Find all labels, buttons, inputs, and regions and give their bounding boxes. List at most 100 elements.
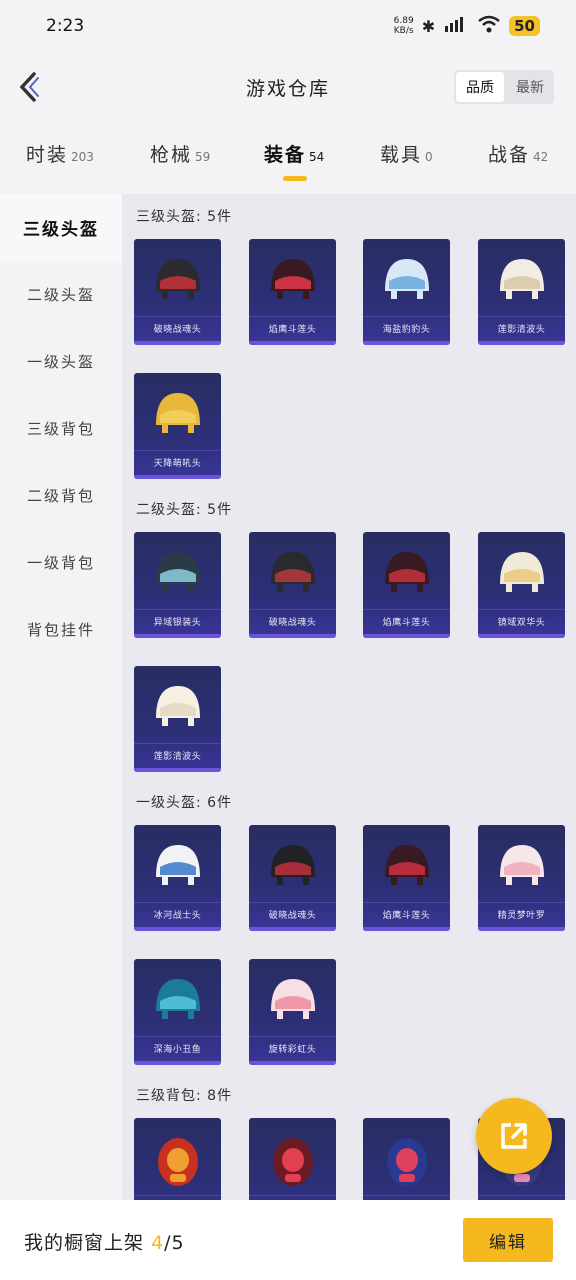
card-divider bbox=[249, 1036, 336, 1037]
item-name: 深海小丑鱼 bbox=[153, 1045, 202, 1055]
item-grid: 三级头盔: 5件 破晓战魂头 焰鹰斗莲头 海盐豹豹头 莲影清波头 天降萌吼头 二级头盔: 5… bbox=[122, 194, 576, 1200]
item-name: 海盐豹豹头 bbox=[382, 325, 431, 335]
helmet-icon bbox=[156, 979, 200, 1019]
backpack-icon bbox=[158, 1138, 198, 1186]
card-divider bbox=[363, 902, 450, 903]
sort-toggle: 品质 最新 bbox=[454, 70, 554, 104]
showcase-count: 我的橱窗上架 4/5 bbox=[24, 1232, 185, 1254]
warehouse-page: 2:23 6.89 KB/s ✱ 50 游戏仓库 品质 最新 时装 203 枪械… bbox=[0, 0, 576, 1280]
tab-fashion[interactable]: 时装 203 bbox=[26, 140, 94, 167]
item-card[interactable]: 莲影清波头 bbox=[478, 239, 565, 345]
card-divider bbox=[478, 902, 565, 903]
status-bar: 2:23 6.89 KB/s ✱ 50 bbox=[0, 0, 576, 52]
item-name: 精灵梦叶罗 bbox=[497, 911, 546, 921]
item-card[interactable]: 焰鹰斗莲头 bbox=[363, 532, 450, 638]
backpack-icon bbox=[273, 1138, 313, 1186]
tab-guns[interactable]: 枪械 59 bbox=[150, 140, 210, 167]
sort-by-newest-button[interactable]: 最新 bbox=[506, 70, 554, 104]
backpack-icon bbox=[387, 1138, 427, 1186]
helmet-icon bbox=[500, 552, 544, 592]
item-name: 镜域双华头 bbox=[497, 618, 546, 628]
helmet-icon bbox=[271, 979, 315, 1019]
helmet-icon bbox=[271, 259, 315, 299]
sidebar-item-helmet-lv2[interactable]: 二级头盔 bbox=[0, 261, 122, 328]
status-time: 2:23 bbox=[46, 16, 85, 36]
helmet-icon bbox=[156, 393, 200, 433]
item-card[interactable]: 焰鹰斗莲头 bbox=[249, 239, 336, 345]
card-divider bbox=[134, 609, 221, 610]
card-divider bbox=[134, 450, 221, 451]
card-divider bbox=[249, 902, 336, 903]
item-card[interactable]: 深海小丑鱼 bbox=[134, 959, 221, 1065]
card-divider bbox=[363, 316, 450, 317]
item-card[interactable]: 破晓战魂头 bbox=[249, 532, 336, 638]
battery-indicator: 50 bbox=[509, 16, 540, 36]
item-card[interactable]: 莲影清波头 bbox=[134, 666, 221, 772]
item-name: 焰鹰斗莲头 bbox=[268, 325, 317, 335]
helmet-icon bbox=[385, 845, 429, 885]
card-divider bbox=[134, 1036, 221, 1037]
category-tabs: 时装 203 枪械 59 装备 54 载具 0 战备 42 bbox=[0, 140, 576, 186]
card-divider bbox=[134, 316, 221, 317]
card-divider bbox=[363, 609, 450, 610]
item-name: 破晓战魂头 bbox=[268, 618, 317, 628]
item-name: 焰鹰斗莲头 bbox=[382, 911, 431, 921]
item-card[interactable]: 焰鹰斗莲背 bbox=[249, 1118, 336, 1200]
item-card[interactable]: 焰鹰斗莲头 bbox=[363, 825, 450, 931]
item-card[interactable]: 镜域双华头 bbox=[478, 532, 565, 638]
item-name: 莲影清波头 bbox=[153, 752, 202, 762]
helmet-icon bbox=[385, 259, 429, 299]
item-name: 旋转彩虹头 bbox=[268, 1045, 317, 1055]
share-button[interactable] bbox=[476, 1098, 552, 1174]
item-card[interactable]: 天降萌吼头 bbox=[134, 373, 221, 479]
helmet-icon bbox=[156, 552, 200, 592]
sidebar-item-helmet-lv1[interactable]: 一级头盔 bbox=[0, 328, 122, 395]
item-name: 破晓战魂头 bbox=[153, 325, 202, 335]
card-divider bbox=[249, 609, 336, 610]
helmet-icon bbox=[156, 845, 200, 885]
card-divider bbox=[249, 1195, 336, 1196]
item-card[interactable]: 齐天大圣背 bbox=[134, 1118, 221, 1200]
item-card[interactable]: 海盐豹豹头 bbox=[363, 239, 450, 345]
sidebar-item-backpack-lv1[interactable]: 一级背包 bbox=[0, 529, 122, 596]
sidebar-item-backpack-lv3[interactable]: 三级背包 bbox=[0, 395, 122, 462]
tab-vehicles[interactable]: 载具 0 bbox=[380, 140, 433, 167]
tab-equipment[interactable]: 装备 54 bbox=[264, 140, 324, 167]
share-icon bbox=[501, 1123, 527, 1149]
card-divider bbox=[134, 743, 221, 744]
signal-icon bbox=[443, 16, 469, 36]
item-card[interactable]: 破晓战魂头 bbox=[134, 239, 221, 345]
item-card[interactable]: 星之彼岸背 bbox=[363, 1118, 450, 1200]
item-name: 冰河战士头 bbox=[153, 911, 202, 921]
item-card[interactable]: 旋转彩虹头 bbox=[249, 959, 336, 1065]
item-name: 焰鹰斗莲头 bbox=[382, 618, 431, 628]
active-tab-indicator bbox=[283, 176, 307, 181]
item-card[interactable]: 破晓战魂头 bbox=[249, 825, 336, 931]
sidebar-item-backpack-lv2[interactable]: 二级背包 bbox=[0, 462, 122, 529]
system-icons: 6.89 KB/s ✱ 50 bbox=[394, 15, 540, 37]
sidebar-item-helmet-lv3[interactable]: 三级头盔 bbox=[0, 194, 122, 261]
item-name: 异域银装头 bbox=[153, 618, 202, 628]
item-name: 破晓战魂头 bbox=[268, 911, 317, 921]
card-divider bbox=[249, 316, 336, 317]
sort-by-quality-button[interactable]: 品质 bbox=[456, 72, 504, 102]
item-card[interactable]: 冰河战士头 bbox=[134, 825, 221, 931]
card-divider bbox=[134, 902, 221, 903]
item-card[interactable]: 异域银装头 bbox=[134, 532, 221, 638]
card-divider bbox=[478, 609, 565, 610]
edit-button[interactable]: 编辑 bbox=[463, 1218, 553, 1262]
equipment-sidebar: 三级头盔 二级头盔 一级头盔 三级背包 二级背包 一级背包 背包挂件 bbox=[0, 194, 122, 1200]
section-title: 三级头盔: 5件 bbox=[136, 209, 233, 225]
section-title: 二级头盔: 5件 bbox=[136, 502, 233, 518]
section-title: 一级头盔: 6件 bbox=[136, 795, 233, 811]
wifi-icon bbox=[477, 15, 501, 37]
item-card[interactable]: 精灵梦叶罗 bbox=[478, 825, 565, 931]
item-name: 莲影清波头 bbox=[497, 325, 546, 335]
tab-supplies[interactable]: 战备 42 bbox=[488, 140, 548, 167]
helmet-icon bbox=[500, 845, 544, 885]
sidebar-item-backpack-pendant[interactable]: 背包挂件 bbox=[0, 596, 122, 663]
card-divider bbox=[363, 1195, 450, 1196]
top-nav: 游戏仓库 品质 最新 bbox=[0, 62, 576, 112]
item-name: 天降萌吼头 bbox=[153, 459, 202, 469]
helmet-icon bbox=[271, 552, 315, 592]
